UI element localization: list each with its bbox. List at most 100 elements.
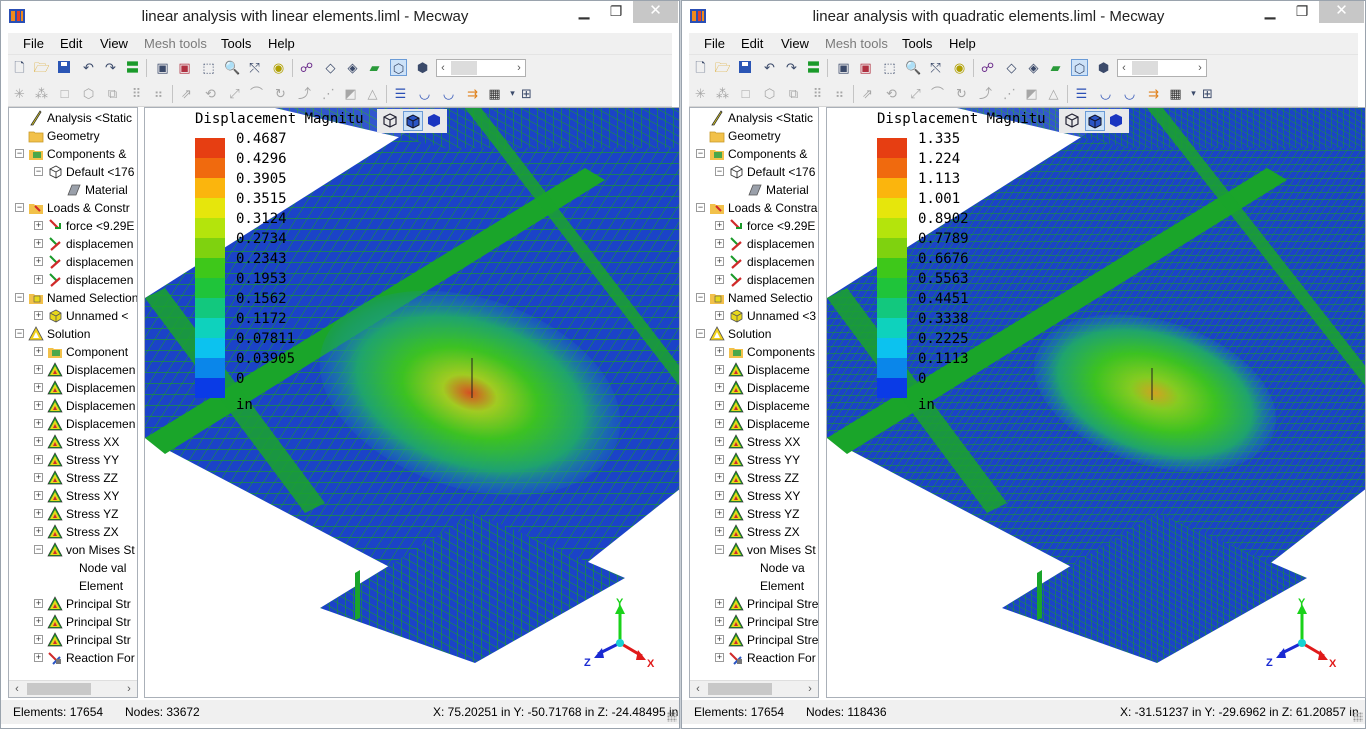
split-icon[interactable]: ⁂ <box>33 85 50 102</box>
wireframe-view-icon[interactable] <box>1063 111 1083 131</box>
expand-icon[interactable]: + <box>34 365 43 374</box>
menu-view[interactable]: View <box>781 36 809 51</box>
expand-icon[interactable]: + <box>715 365 724 374</box>
app-icon[interactable] <box>8 7 26 25</box>
tree-item[interactable]: + Stress YZ <box>9 505 137 523</box>
collapse-icon[interactable]: − <box>15 329 24 338</box>
menu-view[interactable]: View <box>100 36 128 51</box>
wireframe-view-icon[interactable] <box>381 111 401 131</box>
tree-horizontal-scrollbar[interactable]: ‹ › <box>690 680 818 697</box>
expand-icon[interactable]: + <box>34 635 43 644</box>
maximize-button[interactable]: ❐ <box>1285 1 1319 23</box>
tree-item[interactable]: + Stress YY <box>690 451 818 469</box>
tree-item[interactable]: + Reaction For <box>9 649 137 667</box>
tree-item[interactable]: Geometry <box>9 127 137 145</box>
scroll-left-icon[interactable]: ‹ <box>690 681 706 697</box>
cube-icon[interactable]: ⬡ <box>80 85 97 102</box>
collapse-icon[interactable]: − <box>696 293 705 302</box>
expand-icon[interactable]: + <box>34 473 43 482</box>
translate-icon[interactable]: ⇗ <box>178 85 195 102</box>
select-icon[interactable]: ⤲ <box>927 59 944 76</box>
square-icon[interactable]: □ <box>737 85 754 102</box>
bowl-2-icon[interactable]: ◡ <box>440 85 457 102</box>
step-scrollbar[interactable]: ‹ › <box>1117 59 1207 77</box>
dots-icon[interactable]: ⠶ <box>831 85 848 102</box>
triangle-icon[interactable]: △ <box>364 85 381 102</box>
scroll-left-icon[interactable]: ‹ <box>9 681 25 697</box>
tree-item[interactable]: − Default <176 <box>690 163 818 181</box>
collapse-icon[interactable]: − <box>34 545 43 554</box>
tree-item[interactable]: + Components <box>690 343 818 361</box>
view-front-icon[interactable]: ▣ <box>154 59 171 76</box>
arrow-load-icon[interactable]: ⇉ <box>1145 85 1162 102</box>
expand-icon[interactable]: + <box>715 491 724 500</box>
tree-item[interactable]: + Displaceme <box>690 415 818 433</box>
lines-icon[interactable]: ☰ <box>392 85 409 102</box>
expand-icon[interactable]: + <box>34 455 43 464</box>
tree-item[interactable]: − Components & <box>690 145 818 163</box>
expand-icon[interactable]: + <box>34 275 43 284</box>
bend-icon[interactable]: ⌒ <box>248 85 265 102</box>
tree-item[interactable]: + Stress XY <box>9 487 137 505</box>
tree-item[interactable]: + Reaction For <box>690 649 818 667</box>
tree-item[interactable]: + Displaceme <box>690 361 818 379</box>
view-cube-2-icon[interactable]: ⬢ <box>414 59 431 76</box>
tree-item[interactable]: + Stress YY <box>9 451 137 469</box>
tree-item[interactable]: Element <box>690 577 818 595</box>
arrow-load-icon[interactable]: ⇉ <box>464 85 481 102</box>
expand-icon[interactable]: + <box>34 527 43 536</box>
solve-icon[interactable]: 〓 <box>805 59 822 76</box>
save-icon[interactable] <box>56 59 73 76</box>
tree-item[interactable]: + Unnamed <3 <box>690 307 818 325</box>
scale-icon[interactable]: ⤢ <box>907 85 924 102</box>
split-icon[interactable]: ⁂ <box>714 85 731 102</box>
expand-icon[interactable]: + <box>715 257 724 266</box>
collapse-icon[interactable]: − <box>15 149 24 158</box>
tree-item[interactable]: Node va <box>690 559 818 577</box>
expand-icon[interactable]: + <box>34 653 43 662</box>
surface-icon[interactable]: ◈ <box>344 59 361 76</box>
expand-icon[interactable]: + <box>715 473 724 482</box>
scroll-right-icon[interactable]: › <box>802 681 818 697</box>
dots-icon[interactable]: ⠶ <box>150 85 167 102</box>
wireframe-icon[interactable]: ◇ <box>322 59 339 76</box>
redo-icon[interactable]: ↷ <box>783 59 800 76</box>
expand-icon[interactable]: + <box>34 239 43 248</box>
film-icon[interactable]: ▦ <box>486 85 503 102</box>
expand-icon[interactable]: + <box>715 509 724 518</box>
expand-icon[interactable]: + <box>715 599 724 608</box>
resize-grip[interactable] <box>667 712 677 722</box>
expand-icon[interactable]: + <box>715 437 724 446</box>
grid-icon[interactable]: ⠿ <box>128 85 145 102</box>
tree-item[interactable]: + Principal Stre <box>690 631 818 649</box>
tree-item[interactable]: + Principal Str <box>9 631 137 649</box>
view-front-icon[interactable]: ▣ <box>835 59 852 76</box>
tree-item[interactable]: + Stress XY <box>690 487 818 505</box>
zoom-icon[interactable]: 🔍 <box>905 59 922 76</box>
tree-item[interactable]: − Components & <box>9 145 137 163</box>
view-back-icon[interactable]: ▣ <box>857 59 874 76</box>
wireframe-icon[interactable]: ◇ <box>1003 59 1020 76</box>
tree-item[interactable]: + Stress ZZ <box>9 469 137 487</box>
shaded-view-icon[interactable] <box>1107 111 1127 131</box>
menu-mesh-tools[interactable]: Mesh tools <box>825 36 888 51</box>
tree-item[interactable]: + Component <box>9 343 137 361</box>
bowl-icon[interactable]: ◡ <box>1097 85 1114 102</box>
menu-file[interactable]: File <box>23 36 44 51</box>
close-button[interactable]: ✕ <box>1319 1 1364 23</box>
square-icon[interactable]: □ <box>56 85 73 102</box>
menu-help[interactable]: Help <box>949 36 976 51</box>
scale-icon[interactable]: ⤢ <box>226 85 243 102</box>
scroll-right-icon[interactable]: › <box>121 681 137 697</box>
graphics-view[interactable]: Displacement Magnitu 0.4687 0.4296 0.390… <box>144 107 680 698</box>
deform-icon[interactable]: ☍ <box>298 59 315 76</box>
tree-item[interactable]: + displacemen <box>690 253 818 271</box>
bowl-2-icon[interactable]: ◡ <box>1121 85 1138 102</box>
model-tree[interactable]: Analysis <Static Geometry − Components & − De… <box>689 107 819 698</box>
menu-help[interactable]: Help <box>268 36 295 51</box>
tree-item[interactable]: + Displaceme <box>690 379 818 397</box>
tree-item[interactable]: Node val <box>9 559 137 577</box>
table-icon[interactable]: ⊞ <box>1199 85 1216 102</box>
tree-horizontal-scrollbar[interactable]: ‹ › <box>9 680 137 697</box>
view-cube-2-icon[interactable]: ⬢ <box>1095 59 1112 76</box>
